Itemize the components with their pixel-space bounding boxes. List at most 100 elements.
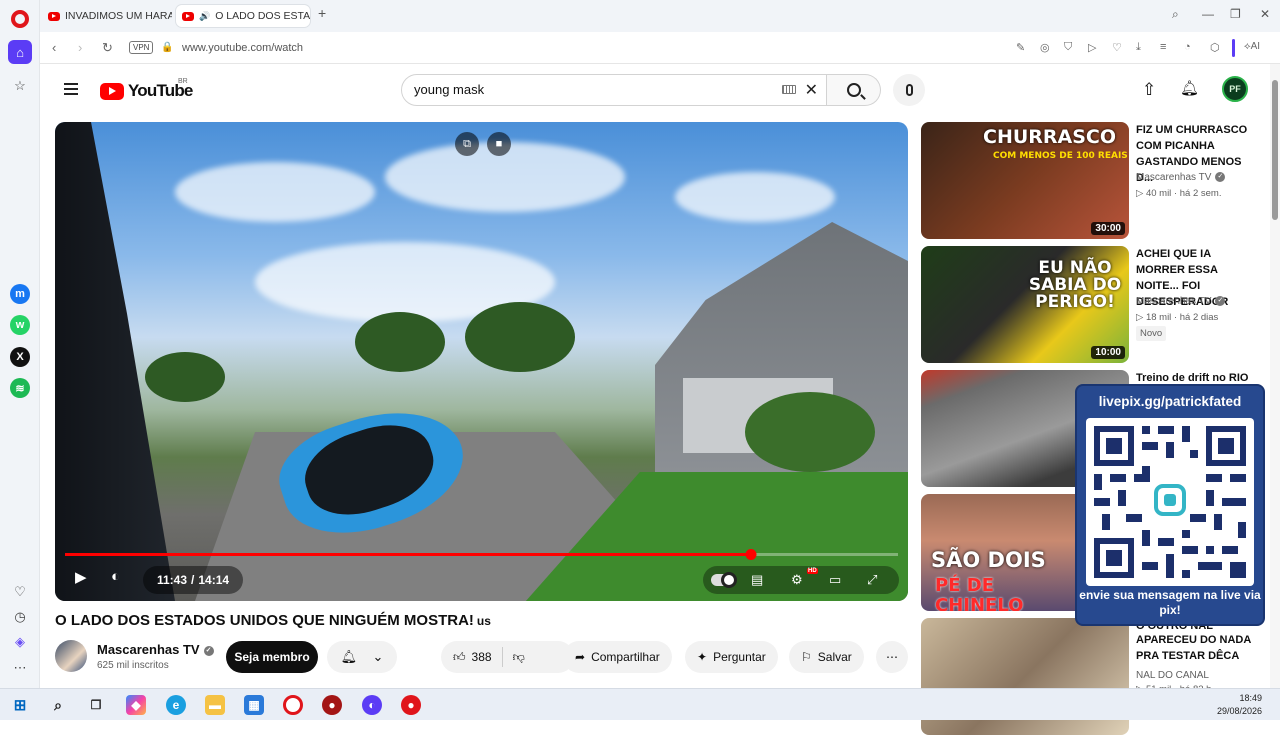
restore-icon[interactable]: ❐ <box>1230 7 1241 21</box>
channel-name[interactable]: Mascarenhas TV ✓ <box>97 642 214 657</box>
x-twitter-icon[interactable]: X <box>10 347 30 367</box>
notifications-icon[interactable]: 🔔︎ <box>1180 79 1199 97</box>
video-player[interactable]: ⧉ ■ ▶ ◐ 11:43 / 14:14 ▤ ⚙ HD ▭ ⤢ <box>55 122 908 601</box>
tab-invadimos[interactable]: INVADIMOS UM HARAS I <box>42 5 172 27</box>
play-icon[interactable]: ▶ <box>75 568 87 586</box>
star-icon[interactable]: ☆ <box>8 74 32 98</box>
windows-start-icon[interactable]: ⊞ <box>10 695 30 715</box>
like-count[interactable]: 388 <box>472 650 492 664</box>
clear-search-icon[interactable]: ✕ <box>805 80 818 100</box>
recommendation-title[interactable]: APARECEU DO NADA PRA TESTAR DÊCA <box>1136 632 1261 664</box>
recommendation-item[interactable]: EU NÃO SABIA DO PERIGO! 10:00 ACHEI QUE … <box>921 246 1261 364</box>
spotify-icon[interactable]: ≋ <box>10 378 30 398</box>
app-icon-purple[interactable]: ◐ <box>362 695 382 715</box>
autoplay-toggle[interactable] <box>711 572 737 588</box>
volume-icon[interactable]: ◐ <box>111 568 120 585</box>
theater-mode-icon[interactable]: ▭ <box>829 572 841 588</box>
upload-icon[interactable]: ⇧ <box>1142 80 1156 100</box>
shield-icon[interactable]: ⛉ <box>1064 41 1072 54</box>
bookmark-icon: ⚐ <box>801 650 812 664</box>
heart-icon[interactable]: ♡ <box>1112 41 1122 54</box>
ai-button[interactable]: ⟡AI <box>1244 41 1260 52</box>
search-input[interactable] <box>414 82 774 97</box>
fullscreen-icon[interactable]: ⤢ <box>867 572 877 588</box>
recommendation-title[interactable]: Treino de drift no RIO <box>1136 370 1261 386</box>
verified-icon: ✓ <box>1215 296 1226 307</box>
recommendation-channel[interactable]: Mascarenhas TV ✓ <box>1136 296 1226 307</box>
channel-text: Mascarenhas TV <box>1136 296 1212 307</box>
back-icon[interactable]: ‹ <box>52 40 56 55</box>
hamburger-menu-icon[interactable] <box>64 83 78 95</box>
subtitles-icon[interactable]: ▤ <box>751 572 763 588</box>
recommendation-channel[interactable]: Mascarenhas TV ✓ <box>1136 172 1226 183</box>
copilot-icon[interactable]: ◆ <box>126 695 146 715</box>
video-thumbnail[interactable]: CHURRASCO COM MENOS DE 100 REAIS 30:00 <box>921 122 1129 239</box>
new-tab-icon[interactable]: + <box>318 5 326 21</box>
video-age: há 2 dias <box>1179 312 1219 323</box>
camera-record-icon[interactable]: ■ <box>487 132 511 156</box>
more-actions-button[interactable]: ⋯ <box>876 641 908 673</box>
dislike-icon[interactable]: 👎︎ <box>513 650 525 665</box>
player-icon[interactable]: ▷ <box>1088 41 1096 54</box>
system-clock[interactable]: 18:49 29/08/2026 <box>1217 692 1262 718</box>
opera-taskbar-icon[interactable] <box>283 695 303 715</box>
home-icon[interactable]: ⌂ <box>8 40 32 64</box>
recommendation-channel[interactable]: NAL DO CANAL <box>1136 670 1209 681</box>
scrollbar-thumb[interactable] <box>1272 80 1278 220</box>
progress-scrubber[interactable] <box>745 549 757 560</box>
minimize-icon[interactable]: — <box>1202 7 1214 21</box>
recommendation-item[interactable]: CHURRASCO COM MENOS DE 100 REAIS 30:00 F… <box>921 122 1261 240</box>
account-avatar[interactable]: PF <box>1222 76 1248 102</box>
video-thumbnail[interactable]: EU NÃO SABIA DO PERIGO! 10:00 <box>921 246 1129 363</box>
tab-search-icon[interactable]: ⌕ <box>1172 7 1179 22</box>
app-icon-red[interactable]: ● <box>322 695 342 715</box>
miniplayer-icon[interactable]: ⧉ <box>455 132 479 156</box>
share-label: Compartilhar <box>591 650 660 664</box>
like-icon[interactable]: 👍︎ <box>453 650 466 665</box>
subscription-bell-button[interactable]: 🔔︎ ⌄ <box>327 641 397 673</box>
tab-o-lado[interactable]: 🔊 O LADO DOS ESTADO <box>176 5 310 27</box>
channel-avatar[interactable] <box>55 640 87 672</box>
save-button[interactable]: ⚐ Salvar <box>789 641 864 673</box>
voice-search-button[interactable] <box>893 74 925 106</box>
speaker-icon[interactable]: 🔊 <box>199 11 210 22</box>
close-window-icon[interactable]: ✕ <box>1260 7 1270 21</box>
extensions-icon[interactable]: ◈ <box>8 630 32 654</box>
page-scrollbar[interactable] <box>1270 64 1280 688</box>
ask-button[interactable]: ✦ Perguntar <box>685 641 778 673</box>
profile-icon[interactable]: ◔ <box>1184 41 1191 53</box>
app-icon-record[interactable]: ● <box>401 695 421 715</box>
cube-icon[interactable]: ⬡ <box>1210 41 1220 54</box>
reload-icon[interactable]: ↻ <box>102 40 113 56</box>
opera-logo-icon[interactable] <box>11 10 29 28</box>
search-icon[interactable]: ⌕ <box>48 695 68 715</box>
snapshot-icon[interactable]: ✎ <box>1016 41 1025 54</box>
store-icon[interactable]: ▦ <box>244 695 264 715</box>
settings-gear-icon[interactable]: ⚙ <box>791 572 803 588</box>
file-explorer-icon[interactable]: ▬ <box>205 695 225 715</box>
forward-icon[interactable]: › <box>78 40 82 55</box>
tab-label: INVADIMOS UM HARAS I <box>65 10 172 22</box>
history-icon[interactable]: ◷ <box>8 605 32 629</box>
subscriber-count: 625 mil inscritos <box>97 660 169 671</box>
vpn-badge[interactable]: VPN <box>129 41 154 54</box>
progress-bar[interactable] <box>65 549 898 560</box>
windows-taskbar: ⊞ ⌕ ❒ ◆ e ▬ ▦ ● ◐ ● 18:49 29/08/2026 <box>0 688 1280 720</box>
join-button[interactable]: Seja membro <box>226 641 318 673</box>
camera-icon[interactable]: ◎ <box>1040 41 1050 54</box>
more-icon[interactable]: ⋯ <box>8 656 32 680</box>
menu-lines-icon[interactable]: ≡ <box>1160 41 1166 53</box>
share-button[interactable]: ➦ Compartilhar <box>563 641 672 673</box>
edge-icon[interactable]: e <box>166 695 186 715</box>
save-label: Salvar <box>817 650 852 664</box>
messenger-icon[interactable]: m <box>10 284 30 304</box>
keyboard-icon[interactable] <box>782 85 796 94</box>
download-icon[interactable]: ⤓ <box>1136 41 1141 54</box>
lock-icon[interactable]: 🔒 <box>161 42 173 53</box>
task-view-icon[interactable]: ❒ <box>86 695 106 715</box>
video-age: há 2 sem. <box>1179 188 1222 199</box>
whatsapp-icon[interactable]: w <box>10 315 30 335</box>
heart-icon[interactable]: ♡ <box>8 580 32 604</box>
search-button[interactable] <box>827 74 881 106</box>
url-field[interactable]: www.youtube.com/watch <box>182 42 303 54</box>
